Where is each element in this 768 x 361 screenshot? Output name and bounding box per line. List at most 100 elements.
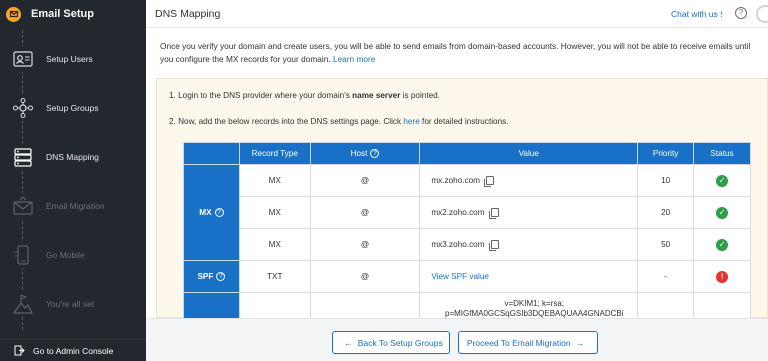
step-email-migration[interactable]: Email Migration	[0, 186, 146, 226]
status-cell: !	[693, 260, 751, 293]
table-row: MX? MX @ mx.zoho.com 10 ✓	[183, 164, 751, 261]
instruction-step-2: 2. Now, add the below records into the D…	[169, 117, 509, 126]
view-spf-value-link[interactable]: View SPF value	[431, 272, 489, 281]
step-label: DNS Mapping	[46, 152, 99, 162]
step-label: Setup Groups	[46, 103, 99, 113]
value-text[interactable]: mx2.zoho.com	[431, 208, 484, 217]
step2-prefix: 2. Now, add the below records into the D…	[169, 117, 404, 126]
value-text[interactable]: mx.zoho.com	[431, 176, 480, 185]
step-go-mobile[interactable]: Go Mobile	[0, 235, 146, 275]
users-card-icon	[10, 46, 36, 72]
email-migration-icon	[10, 193, 36, 219]
header-status: Status	[693, 142, 751, 165]
error-icon: !	[716, 270, 729, 283]
header-value: Value	[419, 142, 639, 165]
table-row: MX @ mx3.zoho.com 50 ✓	[184, 228, 751, 261]
brand-header: Email Setup	[0, 0, 146, 28]
instructions-panel: 1. Login to the DNS provider where your …	[156, 78, 768, 327]
header-host-label: Host	[350, 148, 368, 158]
learn-more-link[interactable]: Learn more	[333, 54, 375, 64]
footer-bar: ← Back To Setup Groups Proceed To Email M…	[146, 318, 768, 361]
header-record-group	[183, 142, 240, 165]
table-row: MX @ mx2.zoho.com 20 ✓	[184, 196, 751, 229]
exit-icon	[14, 345, 25, 356]
dns-records-table: Record Type Host? Value Priority Status …	[183, 142, 751, 327]
admin-console-label: Go to Admin Console	[33, 345, 114, 356]
mx-label: MX	[199, 207, 212, 217]
next-label: Proceed To Email Migration	[466, 337, 571, 348]
back-to-setup-groups-button[interactable]: ← Back To Setup Groups	[332, 331, 450, 354]
page-title: DNS Mapping	[155, 8, 221, 20]
check-icon: ✓	[716, 238, 729, 251]
step-setup-users[interactable]: Setup Users	[0, 39, 146, 79]
mx-help-icon[interactable]: ?	[214, 208, 224, 218]
spf-help-icon[interactable]: ?	[216, 272, 226, 282]
spf-group-cell: SPF?	[183, 260, 240, 293]
value-cell: View SPF value	[419, 260, 639, 293]
header-host: Host?	[309, 142, 421, 165]
proceed-to-email-migration-button[interactable]: Proceed To Email Migration →	[458, 331, 598, 354]
step1-bold: name server	[352, 91, 401, 100]
sidebar: Email Setup Setup Users Setup Groups DNS…	[0, 0, 146, 361]
step-label: Go Mobile	[46, 250, 85, 260]
step2-suffix: for detailed instructions.	[419, 117, 509, 126]
value-cell: mx.zoho.com	[419, 164, 639, 197]
arrow-left-icon: ←	[344, 337, 353, 348]
step-label: Email Migration	[46, 201, 105, 211]
help-icon[interactable]: ?	[735, 7, 747, 19]
detailed-instructions-link[interactable]: here	[403, 117, 419, 126]
step-label: You're all set	[46, 299, 95, 309]
chat-with-us-link[interactable]: Chat with us !	[671, 9, 723, 19]
dns-server-icon	[10, 144, 36, 170]
intro-text: Once you verify your domain and create u…	[160, 41, 751, 64]
step-all-set[interactable]: You're all set	[0, 284, 146, 324]
status-cell: ✓	[693, 228, 751, 261]
dkim-value-line1: v=DKIM1; k=rsa;	[504, 299, 565, 308]
header-record-type: Record Type	[238, 142, 311, 165]
host-cell: @	[309, 260, 421, 293]
spf-label: SPF	[197, 271, 214, 281]
value-text[interactable]: mx3.zoho.com	[431, 240, 484, 249]
host-cell: @	[309, 228, 421, 261]
host-help-icon[interactable]: ?	[370, 149, 380, 159]
table-header-row: Record Type Host? Value Priority Status	[183, 142, 751, 165]
back-label: Back To Setup Groups	[357, 337, 443, 348]
check-icon: ✓	[716, 206, 729, 219]
arrow-right-icon: →	[575, 337, 585, 348]
host-cell: @	[309, 164, 421, 197]
value-cell: mx2.zoho.com	[419, 196, 639, 229]
copy-icon[interactable]	[484, 176, 494, 188]
status-cell: ✓	[693, 196, 751, 229]
step-label: Setup Users	[46, 54, 93, 64]
record-type-cell: MX	[238, 164, 311, 197]
profile-avatar-icon[interactable]	[756, 5, 768, 23]
value-cell: mx3.zoho.com	[419, 228, 639, 261]
record-type-cell: MX	[238, 228, 311, 261]
priority-cell: -	[637, 260, 695, 293]
step1-suffix: is pointed.	[400, 91, 441, 100]
table-row: SPF? TXT @ View SPF value - !	[183, 260, 751, 293]
step-dns-mapping[interactable]: DNS Mapping	[0, 137, 146, 177]
step-setup-groups[interactable]: Setup Groups	[0, 88, 146, 128]
group-network-icon	[10, 95, 36, 121]
email-setup-logo-icon	[6, 6, 21, 22]
priority-cell: 20	[637, 196, 695, 229]
copy-icon[interactable]	[488, 240, 499, 252]
copy-icon[interactable]	[488, 208, 499, 220]
top-bar: DNS Mapping Chat with us ! ?	[146, 0, 768, 28]
main-content: DNS Mapping Chat with us ! ? Once you ve…	[146, 0, 768, 361]
intro-paragraph: Once you verify your domain and create u…	[160, 40, 764, 66]
priority-cell: 10	[637, 164, 695, 197]
status-cell: ✓	[693, 164, 751, 197]
record-type-cell: MX	[238, 196, 311, 229]
brand-title: Email Setup	[31, 8, 94, 20]
priority-cell: 50	[637, 228, 695, 261]
admin-console-link[interactable]: Go to Admin Console	[0, 339, 146, 361]
mobile-icon	[10, 242, 36, 268]
check-icon: ✓	[716, 174, 729, 187]
mx-group-cell: MX?	[183, 164, 240, 261]
instruction-step-1: 1. Login to the DNS provider where your …	[169, 91, 440, 100]
host-cell: @	[309, 196, 421, 229]
step1-prefix: 1. Login to the DNS provider where your …	[169, 91, 353, 100]
header-priority: Priority	[637, 142, 695, 165]
